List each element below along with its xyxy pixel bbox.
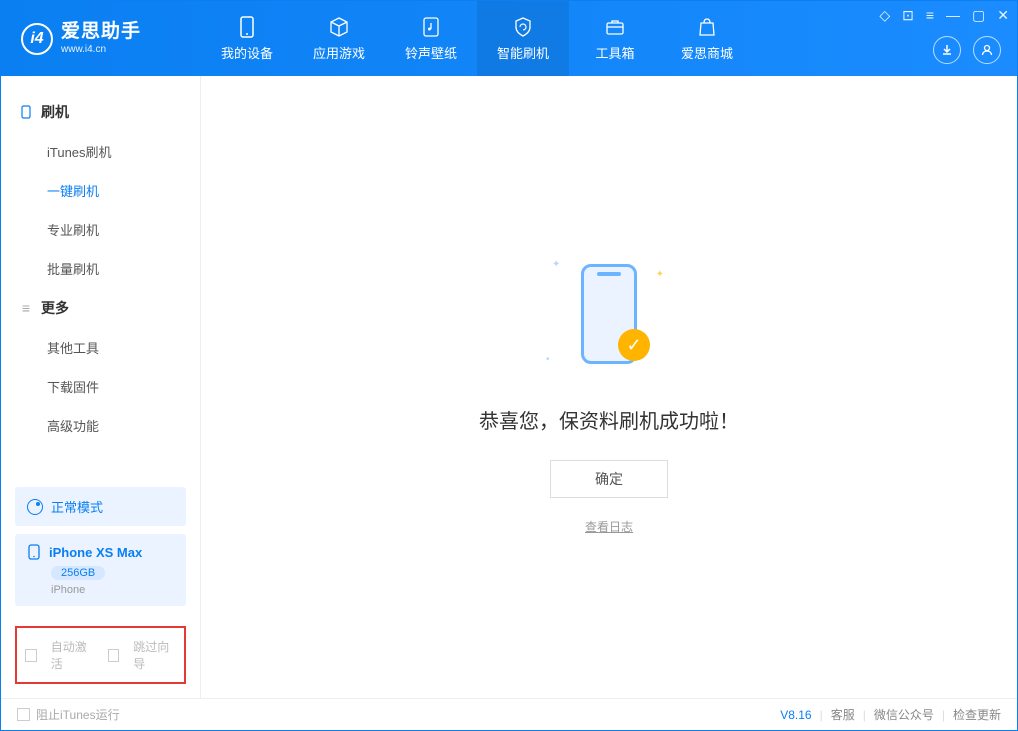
group-title: 更多 — [41, 298, 69, 318]
nav-store[interactable]: 爱思商城 — [661, 1, 753, 76]
sidebar-item-itunes-flash[interactable]: iTunes刷机 — [1, 132, 200, 171]
close-icon[interactable]: ✕ — [997, 7, 1009, 24]
success-illustration: ✦ ✦ • ✓ — [534, 239, 684, 389]
sparkle-icon: • — [546, 354, 550, 365]
download-button[interactable] — [933, 36, 961, 64]
header: i4 爱思助手 www.i4.cn 我的设备 应用游戏 铃声壁纸 智能刷机 — [1, 1, 1017, 76]
phone-small-icon — [19, 105, 33, 119]
sidebar-item-onekey-flash[interactable]: 一键刷机 — [1, 171, 200, 210]
user-button[interactable] — [973, 36, 1001, 64]
device-card[interactable]: iPhone XS Max 256GB iPhone — [15, 534, 186, 606]
nav-toolbox[interactable]: 工具箱 — [569, 1, 661, 76]
sidebar-group-more: ≡ 更多 — [1, 288, 200, 328]
sparkle-icon: ✦ — [656, 269, 664, 280]
device-capacity: 256GB — [51, 566, 105, 580]
nav-my-device[interactable]: 我的设备 — [201, 1, 293, 76]
window-controls: ◇ ⊡ ≡ — ▢ ✕ — [879, 7, 1009, 24]
menu-icon[interactable]: ≡ — [926, 7, 934, 24]
download-icon — [940, 43, 954, 57]
sidebar-item-batch-flash[interactable]: 批量刷机 — [1, 249, 200, 288]
footer-block-itunes-label: 阻止iTunes运行 — [36, 706, 120, 723]
sidebar-item-advanced[interactable]: 高级功能 — [1, 406, 200, 445]
main-content: ✦ ✦ • ✓ 恭喜您，保资料刷机成功啦！ 确定 查看日志 — [201, 76, 1017, 698]
nav-label: 爱思商城 — [681, 43, 733, 62]
toolbox-icon — [603, 15, 627, 39]
app-url: www.i4.cn — [61, 44, 141, 56]
footer: 阻止iTunes运行 V8.16 | 客服 | 微信公众号 | 检查更新 — [1, 698, 1017, 730]
footer-wechat-link[interactable]: 微信公众号 — [874, 706, 934, 723]
user-icon — [980, 43, 994, 57]
success-message: 恭喜您，保资料刷机成功啦！ — [479, 405, 739, 434]
nav-label: 应用游戏 — [313, 43, 365, 62]
device-name: iPhone XS Max — [49, 545, 142, 560]
cube-icon — [327, 15, 351, 39]
sidebar-group-flash: 刷机 — [1, 92, 200, 132]
mode-label: 正常模式 — [51, 497, 103, 516]
lock-icon[interactable]: ⊡ — [902, 7, 914, 24]
view-log-link[interactable]: 查看日志 — [585, 518, 633, 535]
checkbox-block-itunes[interactable] — [17, 708, 30, 721]
nav-label: 工具箱 — [595, 43, 634, 62]
sparkle-icon: ✦ — [552, 259, 560, 270]
checkbox-auto-activate[interactable] — [25, 649, 37, 662]
logo: i4 爱思助手 www.i4.cn — [1, 1, 201, 76]
nav-ringtones[interactable]: 铃声壁纸 — [385, 1, 477, 76]
options-highlight-box: 自动激活 跳过向导 — [15, 626, 186, 684]
group-title: 刷机 — [41, 102, 69, 122]
list-icon: ≡ — [19, 301, 33, 315]
mode-indicator[interactable]: 正常模式 — [15, 487, 186, 526]
device-phone-icon — [27, 544, 41, 560]
music-file-icon — [419, 15, 443, 39]
skin-icon[interactable]: ◇ — [879, 7, 890, 24]
sidebar-item-pro-flash[interactable]: 专业刷机 — [1, 210, 200, 249]
checkmark-badge-icon: ✓ — [618, 329, 650, 361]
sidebar-item-download-firmware[interactable]: 下载固件 — [1, 367, 200, 406]
maximize-icon[interactable]: ▢ — [972, 7, 985, 24]
top-nav: 我的设备 应用游戏 铃声壁纸 智能刷机 工具箱 爱思商城 — [201, 1, 753, 76]
device-type: iPhone — [51, 584, 174, 596]
version-label: V8.16 — [780, 708, 811, 722]
nav-flash[interactable]: 智能刷机 — [477, 1, 569, 76]
mode-icon — [27, 499, 43, 515]
shield-refresh-icon — [511, 15, 535, 39]
checkbox-label: 跳过向导 — [133, 638, 176, 672]
footer-service-link[interactable]: 客服 — [831, 706, 855, 723]
ok-button[interactable]: 确定 — [550, 460, 668, 498]
phone-icon — [235, 15, 259, 39]
nav-label: 铃声壁纸 — [405, 43, 457, 62]
bag-icon — [695, 15, 719, 39]
minimize-icon[interactable]: — — [946, 7, 960, 24]
app-name: 爱思助手 — [61, 21, 141, 44]
nav-apps[interactable]: 应用游戏 — [293, 1, 385, 76]
nav-label: 我的设备 — [221, 43, 273, 62]
logo-icon: i4 — [21, 23, 53, 55]
checkbox-label: 自动激活 — [51, 638, 94, 672]
sidebar: 刷机 iTunes刷机 一键刷机 专业刷机 批量刷机 ≡ 更多 其他工具 下载固… — [1, 76, 201, 698]
footer-update-link[interactable]: 检查更新 — [953, 706, 1001, 723]
nav-label: 智能刷机 — [497, 43, 549, 62]
checkbox-skip-guide[interactable] — [108, 649, 120, 662]
sidebar-item-other-tools[interactable]: 其他工具 — [1, 328, 200, 367]
